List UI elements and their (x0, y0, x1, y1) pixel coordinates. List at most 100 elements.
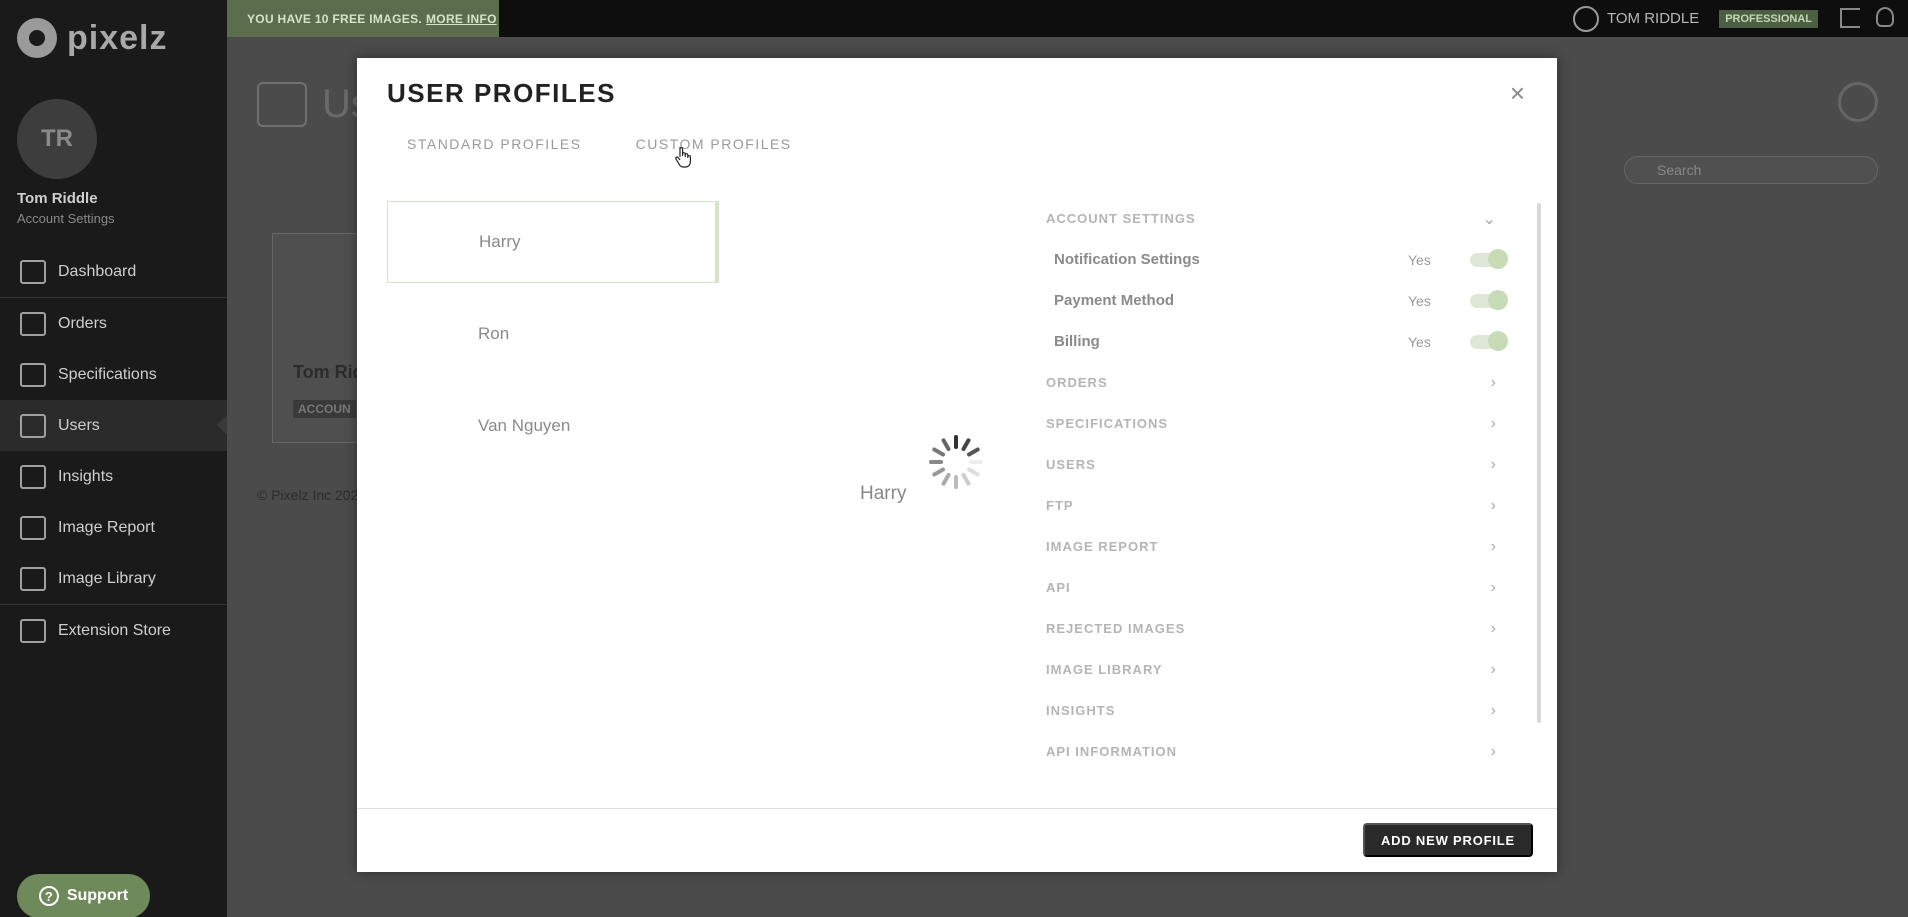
tab-custom-profiles[interactable]: CUSTOM PROFILES (636, 136, 792, 152)
sidebar-item-image-report[interactable]: Image Report (0, 502, 227, 553)
profile-list: Harry Ron Van Nguyen (387, 201, 719, 477)
users-icon (257, 82, 307, 127)
billing-toggle[interactable] (1470, 330, 1508, 351)
more-info-link[interactable]: MORE INFO (426, 12, 497, 26)
chevron-right-icon: › (1490, 701, 1496, 719)
setting-value: Yes (1408, 292, 1431, 309)
help-icon: ? (38, 886, 59, 906)
chart-icon (20, 464, 46, 489)
search-input[interactable]: Search (1624, 156, 1878, 184)
loading-profile-name: Harry (860, 483, 907, 504)
section-label: FTP (1046, 498, 1074, 513)
account-settings-link[interactable]: Account Settings (17, 211, 115, 226)
loading-spinner-icon (929, 435, 983, 489)
logo-text: pixelz (67, 18, 168, 57)
section-label: REJECTED IMAGES (1046, 621, 1186, 636)
user-icon (1572, 5, 1599, 32)
setting-row-billing: Billing Yes (1046, 321, 1516, 362)
profile-tabs: STANDARD PROFILES CUSTOM PROFILES (407, 136, 792, 152)
section-label: ACCOUNT SETTINGS (1046, 211, 1196, 226)
section-api-information[interactable]: API INFORMATION › (1046, 731, 1516, 772)
sidebar-item-users[interactable]: Users (0, 400, 227, 451)
user-card-icon (20, 413, 46, 438)
sidebar-item-dashboard[interactable]: Dashboard (0, 246, 227, 297)
sidebar-item-label: Dashboard (58, 262, 137, 280)
chevron-right-icon: › (1490, 373, 1496, 391)
modal-footer: ADD NEW PROFILE (357, 808, 1557, 872)
profile-item-ron[interactable]: Ron (387, 293, 719, 375)
section-image-report[interactable]: IMAGE REPORT › (1046, 526, 1516, 567)
chevron-down-icon: ⌄ (1482, 210, 1496, 228)
section-users[interactable]: USERS › (1046, 444, 1516, 485)
logo-icon (17, 18, 57, 58)
logo[interactable]: pixelz (17, 18, 167, 58)
chevron-right-icon: › (1490, 660, 1496, 678)
lightbulb-icon[interactable] (1876, 7, 1894, 27)
plan-badge: PROFESSIONAL (1719, 9, 1818, 28)
chevron-right-icon: › (1490, 496, 1496, 514)
tab-standard-profiles[interactable]: STANDARD PROFILES (407, 136, 582, 152)
setting-name: Payment Method (1054, 292, 1175, 309)
profile-item-harry[interactable]: Harry (387, 201, 719, 283)
sidebar-item-label: Orders (58, 314, 107, 332)
free-images-banner: YOU HAVE 10 FREE IMAGES. MORE INFO (227, 0, 499, 37)
chevron-right-icon: › (1490, 414, 1496, 432)
hand-cursor-icon (675, 147, 691, 168)
notification-settings-toggle[interactable] (1470, 248, 1508, 269)
section-account-settings[interactable]: ACCOUNT SETTINGS ⌄ (1046, 198, 1516, 239)
setting-name: Billing (1054, 333, 1100, 350)
chevron-right-icon: › (1490, 742, 1496, 760)
sidebar-user-name[interactable]: Tom Riddle (17, 190, 98, 207)
setting-name: Notification Settings (1054, 251, 1200, 268)
top-bar: YOU HAVE 10 FREE IMAGES. MORE INFO TOM R… (227, 0, 1908, 37)
add-new-profile-button[interactable]: ADD NEW PROFILE (1362, 823, 1533, 857)
section-orders[interactable]: ORDERS › (1046, 362, 1516, 403)
support-button[interactable]: ? Support (17, 874, 150, 917)
sidebar-item-extension-store[interactable]: Extension Store (0, 605, 227, 656)
top-user-name: TOM RIDDLE (1606, 10, 1700, 27)
section-ftp[interactable]: FTP › (1046, 485, 1516, 526)
section-label: USERS (1046, 457, 1096, 472)
report-search-icon (20, 515, 46, 540)
sidebar-item-label: Extension Store (58, 621, 171, 639)
setting-value: Yes (1408, 251, 1431, 268)
section-api[interactable]: API › (1046, 567, 1516, 608)
setting-row-payment-method: Payment Method Yes (1046, 280, 1516, 321)
home-icon (20, 259, 46, 284)
grid-icon (20, 566, 46, 591)
logout-icon[interactable] (1840, 8, 1860, 28)
sidebar-item-specifications[interactable]: Specifications (0, 349, 227, 400)
section-label: SPECIFICATIONS (1046, 416, 1169, 431)
sidebar-nav: Dashboard Orders Specifications Users In… (0, 246, 227, 656)
user-profiles-modal: USER PROFILES × STANDARD PROFILES CUSTOM… (357, 58, 1557, 872)
section-insights[interactable]: INSIGHTS › (1046, 690, 1516, 731)
sidebar-item-label: Image Library (58, 569, 156, 587)
sidebar-item-insights[interactable]: Insights (0, 451, 227, 502)
copyright: © Pixelz Inc 202 (257, 487, 359, 503)
close-icon[interactable]: × (1510, 80, 1525, 106)
support-label: Support (66, 887, 129, 904)
section-label: IMAGE REPORT (1046, 539, 1159, 554)
apps-icon (20, 618, 46, 643)
gear-icon[interactable] (1838, 82, 1878, 122)
permission-settings: ACCOUNT SETTINGS ⌄ Notification Settings… (1046, 198, 1516, 772)
top-user-menu[interactable]: TOM RIDDLE PROFESSIONAL (1572, 0, 1818, 37)
sidebar-item-label: Specifications (58, 365, 157, 383)
chevron-right-icon: › (1490, 455, 1496, 473)
avatar[interactable]: TR (17, 99, 97, 179)
chevron-right-icon: › (1490, 537, 1496, 555)
section-image-library[interactable]: IMAGE LIBRARY › (1046, 649, 1516, 690)
sidebar-item-orders[interactable]: Orders (0, 298, 227, 349)
app-root: pixelz TR Tom Riddle Account Settings Da… (0, 0, 1908, 917)
setting-value: Yes (1408, 333, 1431, 350)
sidebar: pixelz TR Tom Riddle Account Settings Da… (0, 0, 227, 917)
profile-item-van-nguyen[interactable]: Van Nguyen (387, 385, 719, 467)
section-label: ORDERS (1046, 375, 1108, 390)
user-card-name: Tom Rid (293, 362, 364, 382)
payment-method-toggle[interactable] (1470, 289, 1508, 310)
section-specifications[interactable]: SPECIFICATIONS › (1046, 403, 1516, 444)
section-rejected-images[interactable]: REJECTED IMAGES › (1046, 608, 1516, 649)
scrollbar[interactable] (1537, 203, 1541, 723)
sidebar-item-image-library[interactable]: Image Library (0, 553, 227, 604)
sidebar-item-label: Image Report (58, 518, 155, 536)
